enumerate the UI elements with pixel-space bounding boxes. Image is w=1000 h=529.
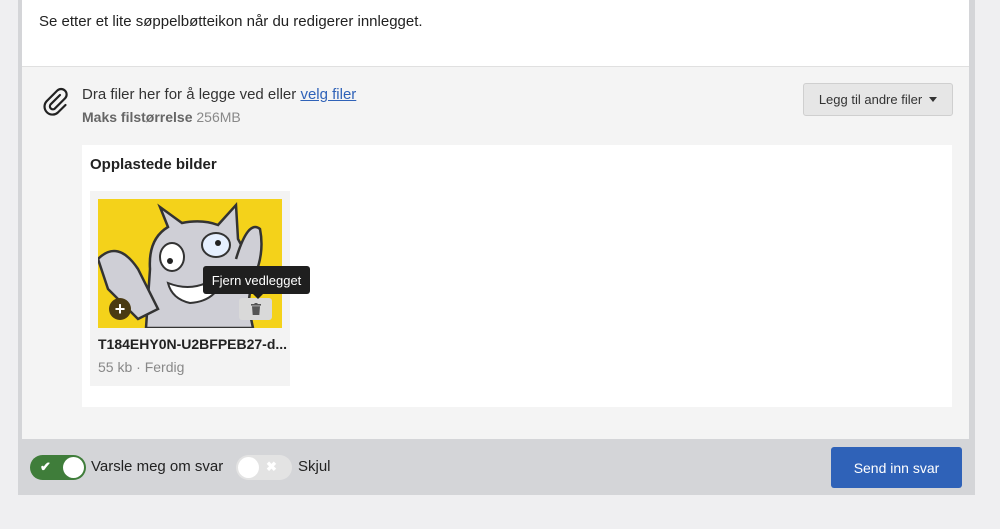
add-other-files-button[interactable]: Legg til andre filer [803, 83, 953, 116]
paperclip-icon [43, 87, 68, 116]
add-to-post-button[interactable]: + [109, 298, 131, 320]
check-icon: ✔ [40, 459, 51, 474]
image-thumbnail[interactable]: + [98, 199, 282, 328]
hide-label: Skjul [298, 458, 331, 475]
close-icon: ✖ [266, 459, 277, 474]
notify-replies-toggle[interactable]: ✔ [30, 455, 86, 480]
file-upload-area[interactable]: Dra filer her for å legge ved eller velg… [22, 67, 969, 439]
remove-attachment-tooltip: Fjern vedlegget [203, 266, 310, 299]
max-size-value: 256MB [196, 109, 241, 125]
notify-replies-label: Varsle meg om svar [91, 458, 224, 475]
toggle-knob [238, 457, 259, 478]
hide-toggle[interactable]: ✖ [236, 455, 292, 480]
submit-reply-button[interactable]: Send inn svar [831, 447, 962, 488]
add-other-files-label: Legg til andre filer [818, 92, 923, 107]
choose-files-link[interactable]: velg filer [300, 86, 356, 103]
drop-instructions: Dra filer her for å legge ved eller velg… [82, 86, 356, 103]
message-body[interactable]: Se etter et lite søppelbøtteikon når du … [22, 0, 969, 67]
max-size-label: Maks filstørrelse [82, 109, 193, 125]
file-meta: 55 kb · Ferdig [98, 359, 185, 375]
file-name: T184EHY0N-U2BFPEB27-d... [98, 336, 288, 352]
uploaded-images-title: Opplastede bilder [90, 156, 217, 173]
trash-icon [250, 303, 261, 315]
toggle-knob [63, 457, 84, 478]
drop-text: Dra filer her for å legge ved eller [82, 86, 301, 103]
max-file-size: Maks filstørrelse 256MB [82, 109, 241, 125]
message-text: Se etter et lite søppelbøtteikon når du … [39, 13, 423, 30]
plus-icon: + [114, 299, 126, 319]
remove-attachment-button[interactable] [239, 298, 272, 320]
caret-down-icon [929, 97, 938, 102]
